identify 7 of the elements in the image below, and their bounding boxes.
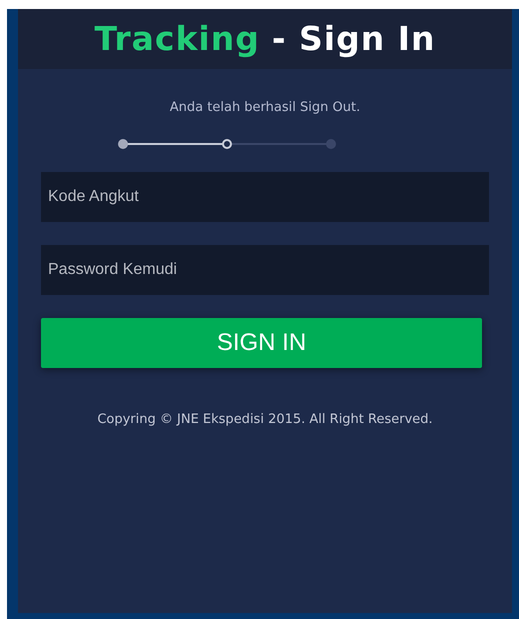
title-text: - Sign In — [272, 18, 436, 60]
input-field[interactable]: Password Kemudi — [41, 244, 489, 294]
status-message: Anda telah berhasil Sign Out. — [170, 99, 360, 117]
title-highlight: Tracking — [94, 18, 260, 60]
footer-copyright: Copyring © JNE Ekspedisi 2015. All Right Reserved. — [97, 410, 433, 428]
sign-in-button[interactable]: SIGN IN — [41, 318, 482, 368]
input-field[interactable]: Kode Angkut — [41, 172, 489, 222]
